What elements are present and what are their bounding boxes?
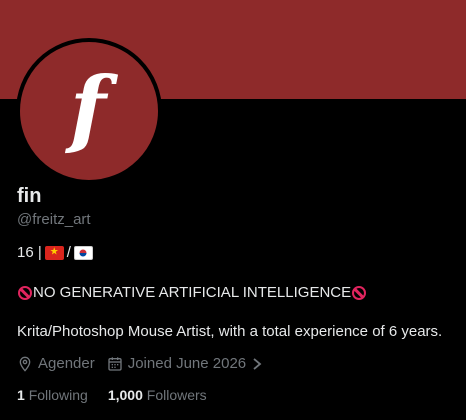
bio-separator: / [66, 244, 71, 261]
bio-no-ai: NO GENERATIVE ARTIFICIAL INTELLIGENCE [17, 284, 367, 301]
profile-meta: Agender Joined June 2026 [17, 355, 263, 372]
avatar-letter: f [69, 58, 107, 157]
no-ai-text: NO GENERATIVE ARTIFICIAL INTELLIGENCE [33, 284, 352, 301]
followers-link[interactable]: 1,000 Followers [108, 387, 207, 403]
joined-text: Joined June 2026 [127, 355, 247, 372]
bio-age-flags: 16 | / [17, 244, 94, 261]
following-count: 1 [17, 387, 25, 403]
follow-counts: 1 Following 1,000 Followers [17, 387, 207, 403]
user-handle: @freitz_art [17, 211, 91, 228]
vietnam-flag-icon [44, 245, 64, 260]
following-label: Following [28, 387, 88, 403]
prohibited-icon [352, 285, 367, 300]
south-korea-flag-icon [73, 245, 93, 260]
followers-count: 1,000 [107, 387, 143, 403]
bio-age-text: 16 | [17, 244, 42, 261]
location-text: Agender [38, 355, 95, 372]
display-name: fin [17, 185, 42, 207]
location-pin-icon [19, 356, 31, 372]
location-item: Agender [17, 355, 95, 372]
prohibited-icon [18, 285, 32, 300]
calendar-icon [108, 356, 122, 371]
chevron-right-icon[interactable] [251, 357, 263, 371]
joined-item: Joined June 2026 [107, 355, 263, 372]
followers-label: Followers [146, 387, 207, 403]
bio-description: Krita/Photoshop Mouse Artist, with a tot… [17, 323, 443, 340]
following-link[interactable]: 1 Following [17, 387, 88, 403]
avatar[interactable]: f [16, 38, 162, 184]
